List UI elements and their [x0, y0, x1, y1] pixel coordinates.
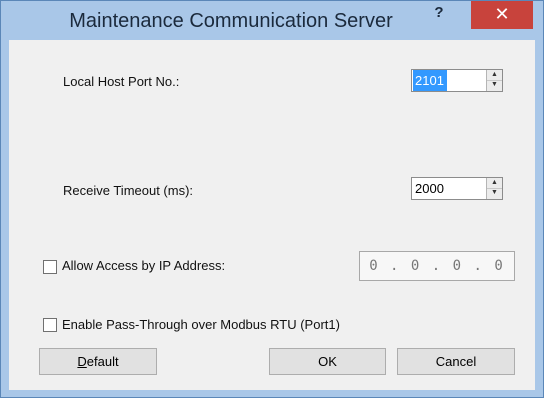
default-button[interactable]: Default — [39, 348, 157, 375]
help-button[interactable]: ? — [421, 1, 457, 27]
spin-buttons[interactable]: ▲ ▼ — [486, 178, 502, 199]
cancel-button[interactable]: Cancel — [397, 348, 515, 375]
receive-timeout-label: Receive Timeout (ms): — [63, 183, 194, 198]
local-port-input[interactable]: 2101 — [413, 70, 447, 91]
down-arrow-icon[interactable]: ▼ — [487, 80, 502, 90]
local-port-spinner[interactable]: 2101 ▲ ▼ — [411, 69, 503, 92]
default-button-label: efault — [86, 354, 119, 369]
down-arrow-icon[interactable]: ▼ — [487, 188, 502, 198]
ip-address-field[interactable]: 0 . 0 . 0 . 0 — [359, 251, 515, 281]
receive-timeout-input[interactable]: 2000 — [413, 178, 444, 199]
spin-buttons[interactable]: ▲ ▼ — [486, 70, 502, 91]
allow-access-label: Allow Access by IP Address: — [62, 258, 226, 273]
pass-through-label: Enable Pass-Through over Modbus RTU (Por… — [62, 317, 340, 332]
close-button[interactable]: ✕ — [471, 1, 533, 29]
pass-through-checkbox[interactable] — [43, 318, 57, 332]
dialog-window: Maintenance Communication Server ? ✕ Loc… — [0, 0, 544, 398]
local-port-label: Local Host Port No.: — [63, 74, 180, 89]
default-mnemonic: D — [77, 354, 87, 369]
ok-button[interactable]: OK — [269, 348, 386, 375]
dialog-body: Local Host Port No.: 2101 ▲ ▼ Receive Ti… — [9, 40, 535, 390]
allow-access-checkbox[interactable] — [43, 260, 57, 274]
receive-timeout-spinner[interactable]: 2000 ▲ ▼ — [411, 177, 503, 200]
title-bar[interactable]: Maintenance Communication Server ? ✕ — [1, 1, 543, 40]
window-title: Maintenance Communication Server — [69, 10, 393, 32]
